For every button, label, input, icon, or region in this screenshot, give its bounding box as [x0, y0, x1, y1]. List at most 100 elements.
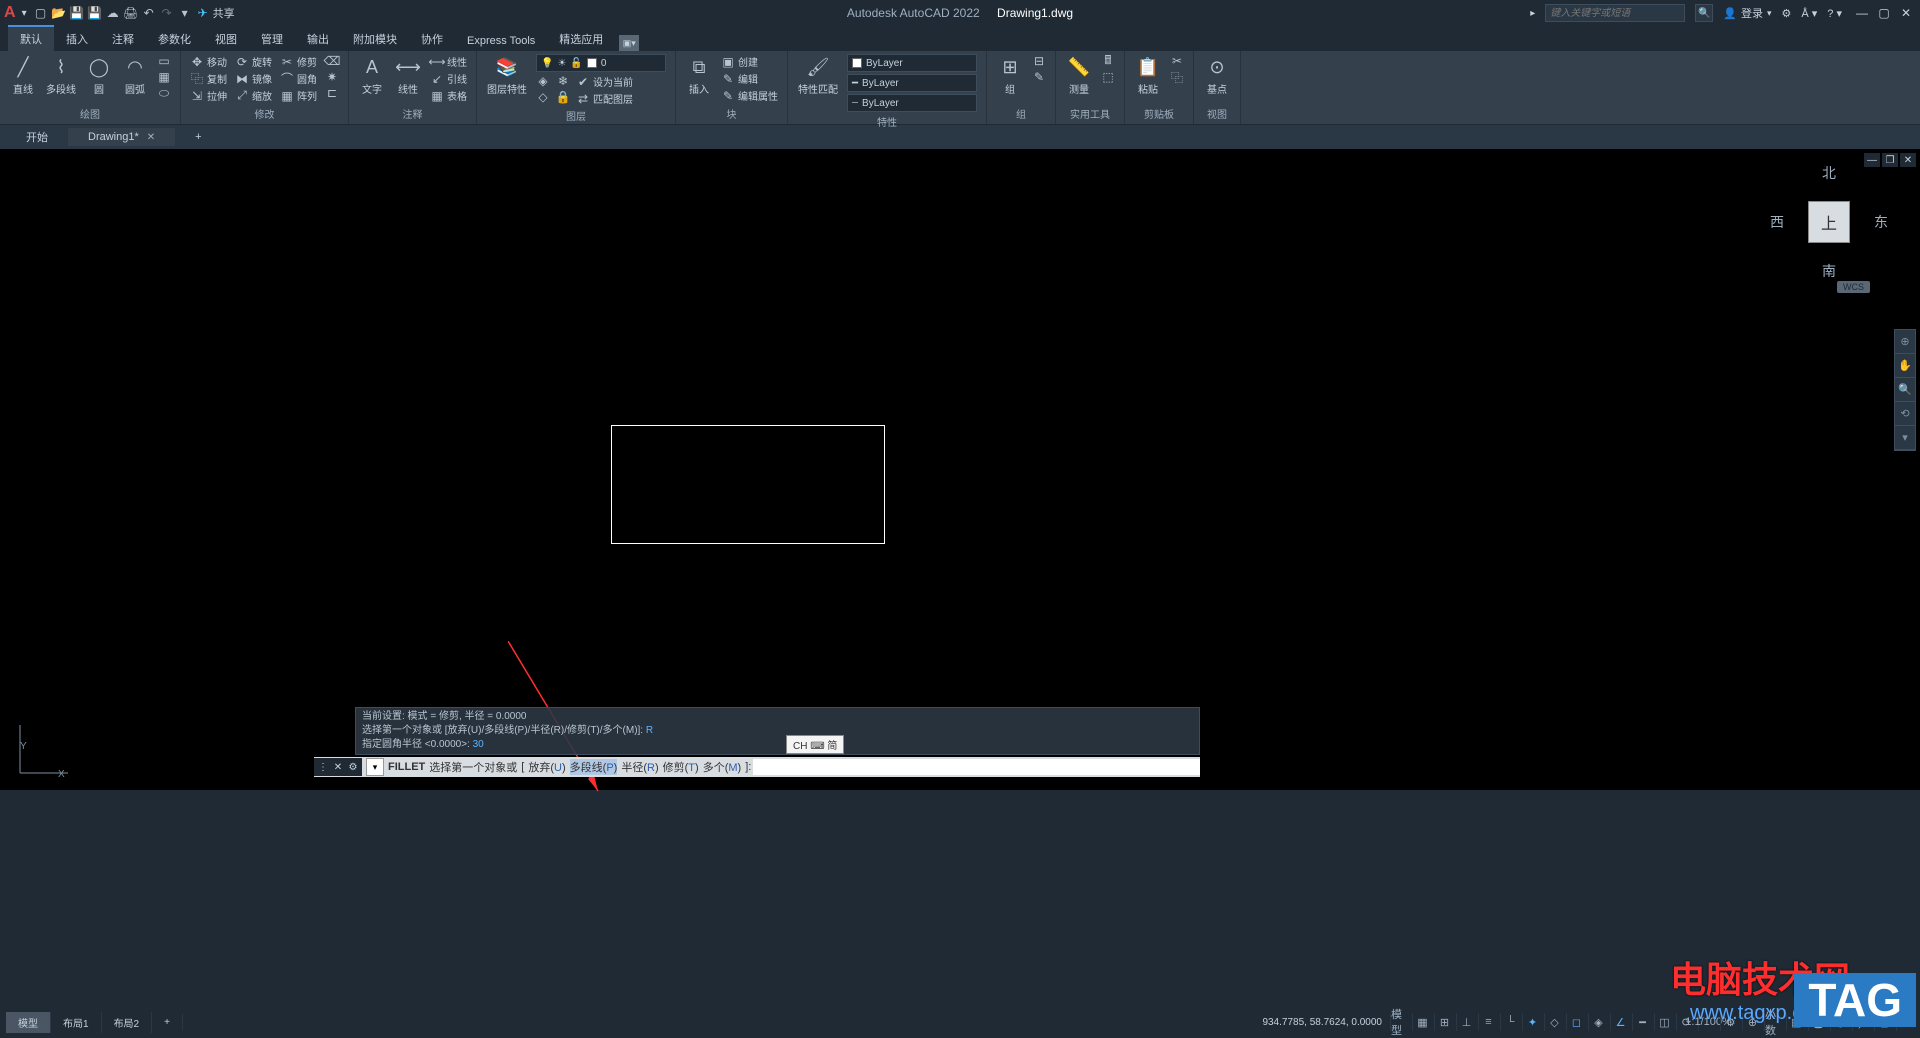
- plot-icon[interactable]: 🖨: [123, 5, 139, 21]
- mirror-button[interactable]: ⧓镜像: [232, 70, 275, 87]
- calc-button[interactable]: 🖩: [1098, 53, 1118, 69]
- opt-undo[interactable]: 放弃(U): [528, 759, 565, 775]
- viewcube[interactable]: 上 北 南 东 西: [1774, 167, 1884, 277]
- panel-utilities-title[interactable]: 实用工具: [1062, 105, 1118, 122]
- close-tab-icon[interactable]: ✕: [147, 132, 155, 143]
- group-edit-button[interactable]: ✎: [1029, 69, 1049, 85]
- osnap-button[interactable]: ◻: [1566, 1013, 1586, 1031]
- cmd-customize-button[interactable]: ⚙: [346, 760, 360, 774]
- stretch-button[interactable]: ⇲拉伸: [187, 87, 230, 104]
- 3dosnap-button[interactable]: ◈: [1588, 1013, 1608, 1031]
- redo-icon[interactable]: ↷: [159, 5, 175, 21]
- dwg-close-button[interactable]: ✕: [1900, 153, 1916, 167]
- ribbon-tab-annotate[interactable]: 注释: [100, 27, 146, 51]
- undo-icon[interactable]: ↶: [141, 5, 157, 21]
- explode-button[interactable]: ✷: [322, 69, 342, 85]
- erase-button[interactable]: ⌫: [322, 53, 342, 69]
- save-icon[interactable]: 💾: [69, 5, 85, 21]
- block-create-button[interactable]: ▣创建: [718, 53, 781, 70]
- infer-button[interactable]: ⊥: [1456, 1013, 1476, 1031]
- rotate-button[interactable]: ⟳旋转: [232, 53, 275, 70]
- paste-button[interactable]: 📋粘贴: [1131, 53, 1165, 98]
- match-props-button[interactable]: 🖌特性匹配: [794, 53, 842, 98]
- offset-button[interactable]: ⊏: [322, 85, 342, 101]
- grid-button[interactable]: ▦: [1412, 1013, 1432, 1031]
- opt-trim[interactable]: 修剪(T): [663, 759, 699, 775]
- app-menu-dropdown[interactable]: ▾: [22, 8, 27, 19]
- ortho-button[interactable]: └: [1500, 1013, 1520, 1031]
- model-space-button[interactable]: 模型: [1390, 1013, 1410, 1031]
- layout-tab-add[interactable]: +: [152, 1014, 183, 1031]
- new-icon[interactable]: ▢: [33, 5, 49, 21]
- polyline-button[interactable]: ⌇多段线: [42, 53, 80, 98]
- qat-dropdown-icon[interactable]: ▾: [177, 5, 193, 21]
- panel-layers-title[interactable]: 图层: [483, 107, 669, 124]
- ribbon-tab-featured[interactable]: 精选应用: [547, 27, 615, 51]
- layer-iso-button[interactable]: ◈: [533, 73, 553, 89]
- leader-button[interactable]: ↙引线: [427, 70, 470, 87]
- ribbon-tab-express[interactable]: Express Tools: [455, 31, 547, 51]
- layout-tab-1[interactable]: 布局1: [51, 1012, 102, 1033]
- polar-button[interactable]: ✦: [1522, 1013, 1542, 1031]
- ribbon-tab-view[interactable]: 视图: [203, 27, 249, 51]
- ungroup-button[interactable]: ⊟: [1029, 53, 1049, 69]
- search-button[interactable]: 🔍: [1695, 4, 1713, 22]
- linear-mini-button[interactable]: ⟷线性: [427, 53, 470, 70]
- cut-button[interactable]: ✂: [1167, 53, 1187, 69]
- dynamicinput-button[interactable]: ≡: [1478, 1013, 1498, 1031]
- search-input[interactable]: [1545, 4, 1685, 22]
- text-button[interactable]: A文字: [355, 53, 389, 98]
- nav-zoom-button[interactable]: 🔍: [1895, 378, 1915, 402]
- line-button[interactable]: ╱直线: [6, 53, 40, 98]
- dimension-button[interactable]: ⟷线性: [391, 53, 425, 98]
- opt-radius[interactable]: 半径(R): [621, 759, 658, 775]
- linetype-combo[interactable]: ┄ByLayer: [844, 93, 980, 113]
- layer-freeze-button[interactable]: ❄: [553, 73, 573, 89]
- nav-pan-button[interactable]: ✋: [1895, 354, 1915, 378]
- opt-multiple[interactable]: 多个(M): [703, 759, 742, 775]
- ribbon-tab-output[interactable]: 输出: [295, 27, 341, 51]
- layer-props-button[interactable]: 📚图层特性: [483, 53, 531, 98]
- cmd-recent-button[interactable]: ▾: [366, 758, 384, 776]
- panel-block-title[interactable]: 块: [682, 105, 781, 122]
- ribbon-tab-parametric[interactable]: 参数化: [146, 27, 203, 51]
- ribbon-tab-manage[interactable]: 管理: [249, 27, 295, 51]
- nav-show-button[interactable]: ▾: [1895, 426, 1915, 450]
- nav-fullnav-button[interactable]: ⊕: [1895, 330, 1915, 354]
- share-icon[interactable]: ✈: [195, 5, 211, 21]
- doc-tab-start[interactable]: 开始: [6, 126, 68, 148]
- ribbon-toggle-button[interactable]: ▣▾: [619, 35, 639, 51]
- table-button[interactable]: ▦表格: [427, 87, 470, 104]
- command-input[interactable]: [753, 759, 1200, 775]
- autodesk-app-icon[interactable]: ⚙: [1782, 7, 1792, 20]
- copy-clip-button[interactable]: ⿻: [1167, 69, 1187, 85]
- block-editattr-button[interactable]: ✎编辑属性: [718, 87, 781, 104]
- wcs-label[interactable]: WCS: [1837, 281, 1870, 293]
- dwg-restore-button[interactable]: ❐: [1882, 153, 1898, 167]
- share-label[interactable]: 共享: [213, 5, 235, 21]
- panel-properties-title[interactable]: 特性: [794, 113, 980, 130]
- minimize-button[interactable]: —: [1852, 4, 1872, 22]
- doc-tab-drawing[interactable]: Drawing1* ✕: [68, 128, 175, 146]
- panel-draw-title[interactable]: 绘图: [6, 105, 174, 122]
- ribbon-tab-addins[interactable]: 附加模块: [341, 27, 409, 51]
- panel-modify-title[interactable]: 修改: [187, 105, 342, 122]
- cmd-close-button[interactable]: ✕: [331, 760, 345, 774]
- scale-button[interactable]: ⤢缩放: [232, 87, 275, 104]
- block-insert-button[interactable]: ⧉插入: [682, 53, 716, 98]
- viewcube-north[interactable]: 北: [1822, 163, 1836, 183]
- array-button[interactable]: ▦阵列: [277, 87, 320, 104]
- layout-tab-model[interactable]: 模型: [6, 1012, 51, 1033]
- arc-button[interactable]: ◠圆弧: [118, 53, 152, 98]
- panel-group-title[interactable]: 组: [993, 105, 1049, 122]
- saveas-icon[interactable]: 💾: [87, 5, 103, 21]
- ribbon-tab-insert[interactable]: 插入: [54, 27, 100, 51]
- move-button[interactable]: ✥移动: [187, 53, 230, 70]
- layer-off-button[interactable]: ◇: [533, 89, 553, 105]
- panel-view-title[interactable]: 视图: [1200, 105, 1234, 122]
- viewcube-south[interactable]: 南: [1822, 261, 1836, 281]
- login-button[interactable]: 👤 登录 ▾: [1723, 5, 1771, 21]
- cmd-drag-handle[interactable]: ⋮: [316, 760, 330, 774]
- transparency-button[interactable]: ◫: [1654, 1013, 1674, 1031]
- autodesk-a-icon[interactable]: Å ▾: [1801, 7, 1817, 20]
